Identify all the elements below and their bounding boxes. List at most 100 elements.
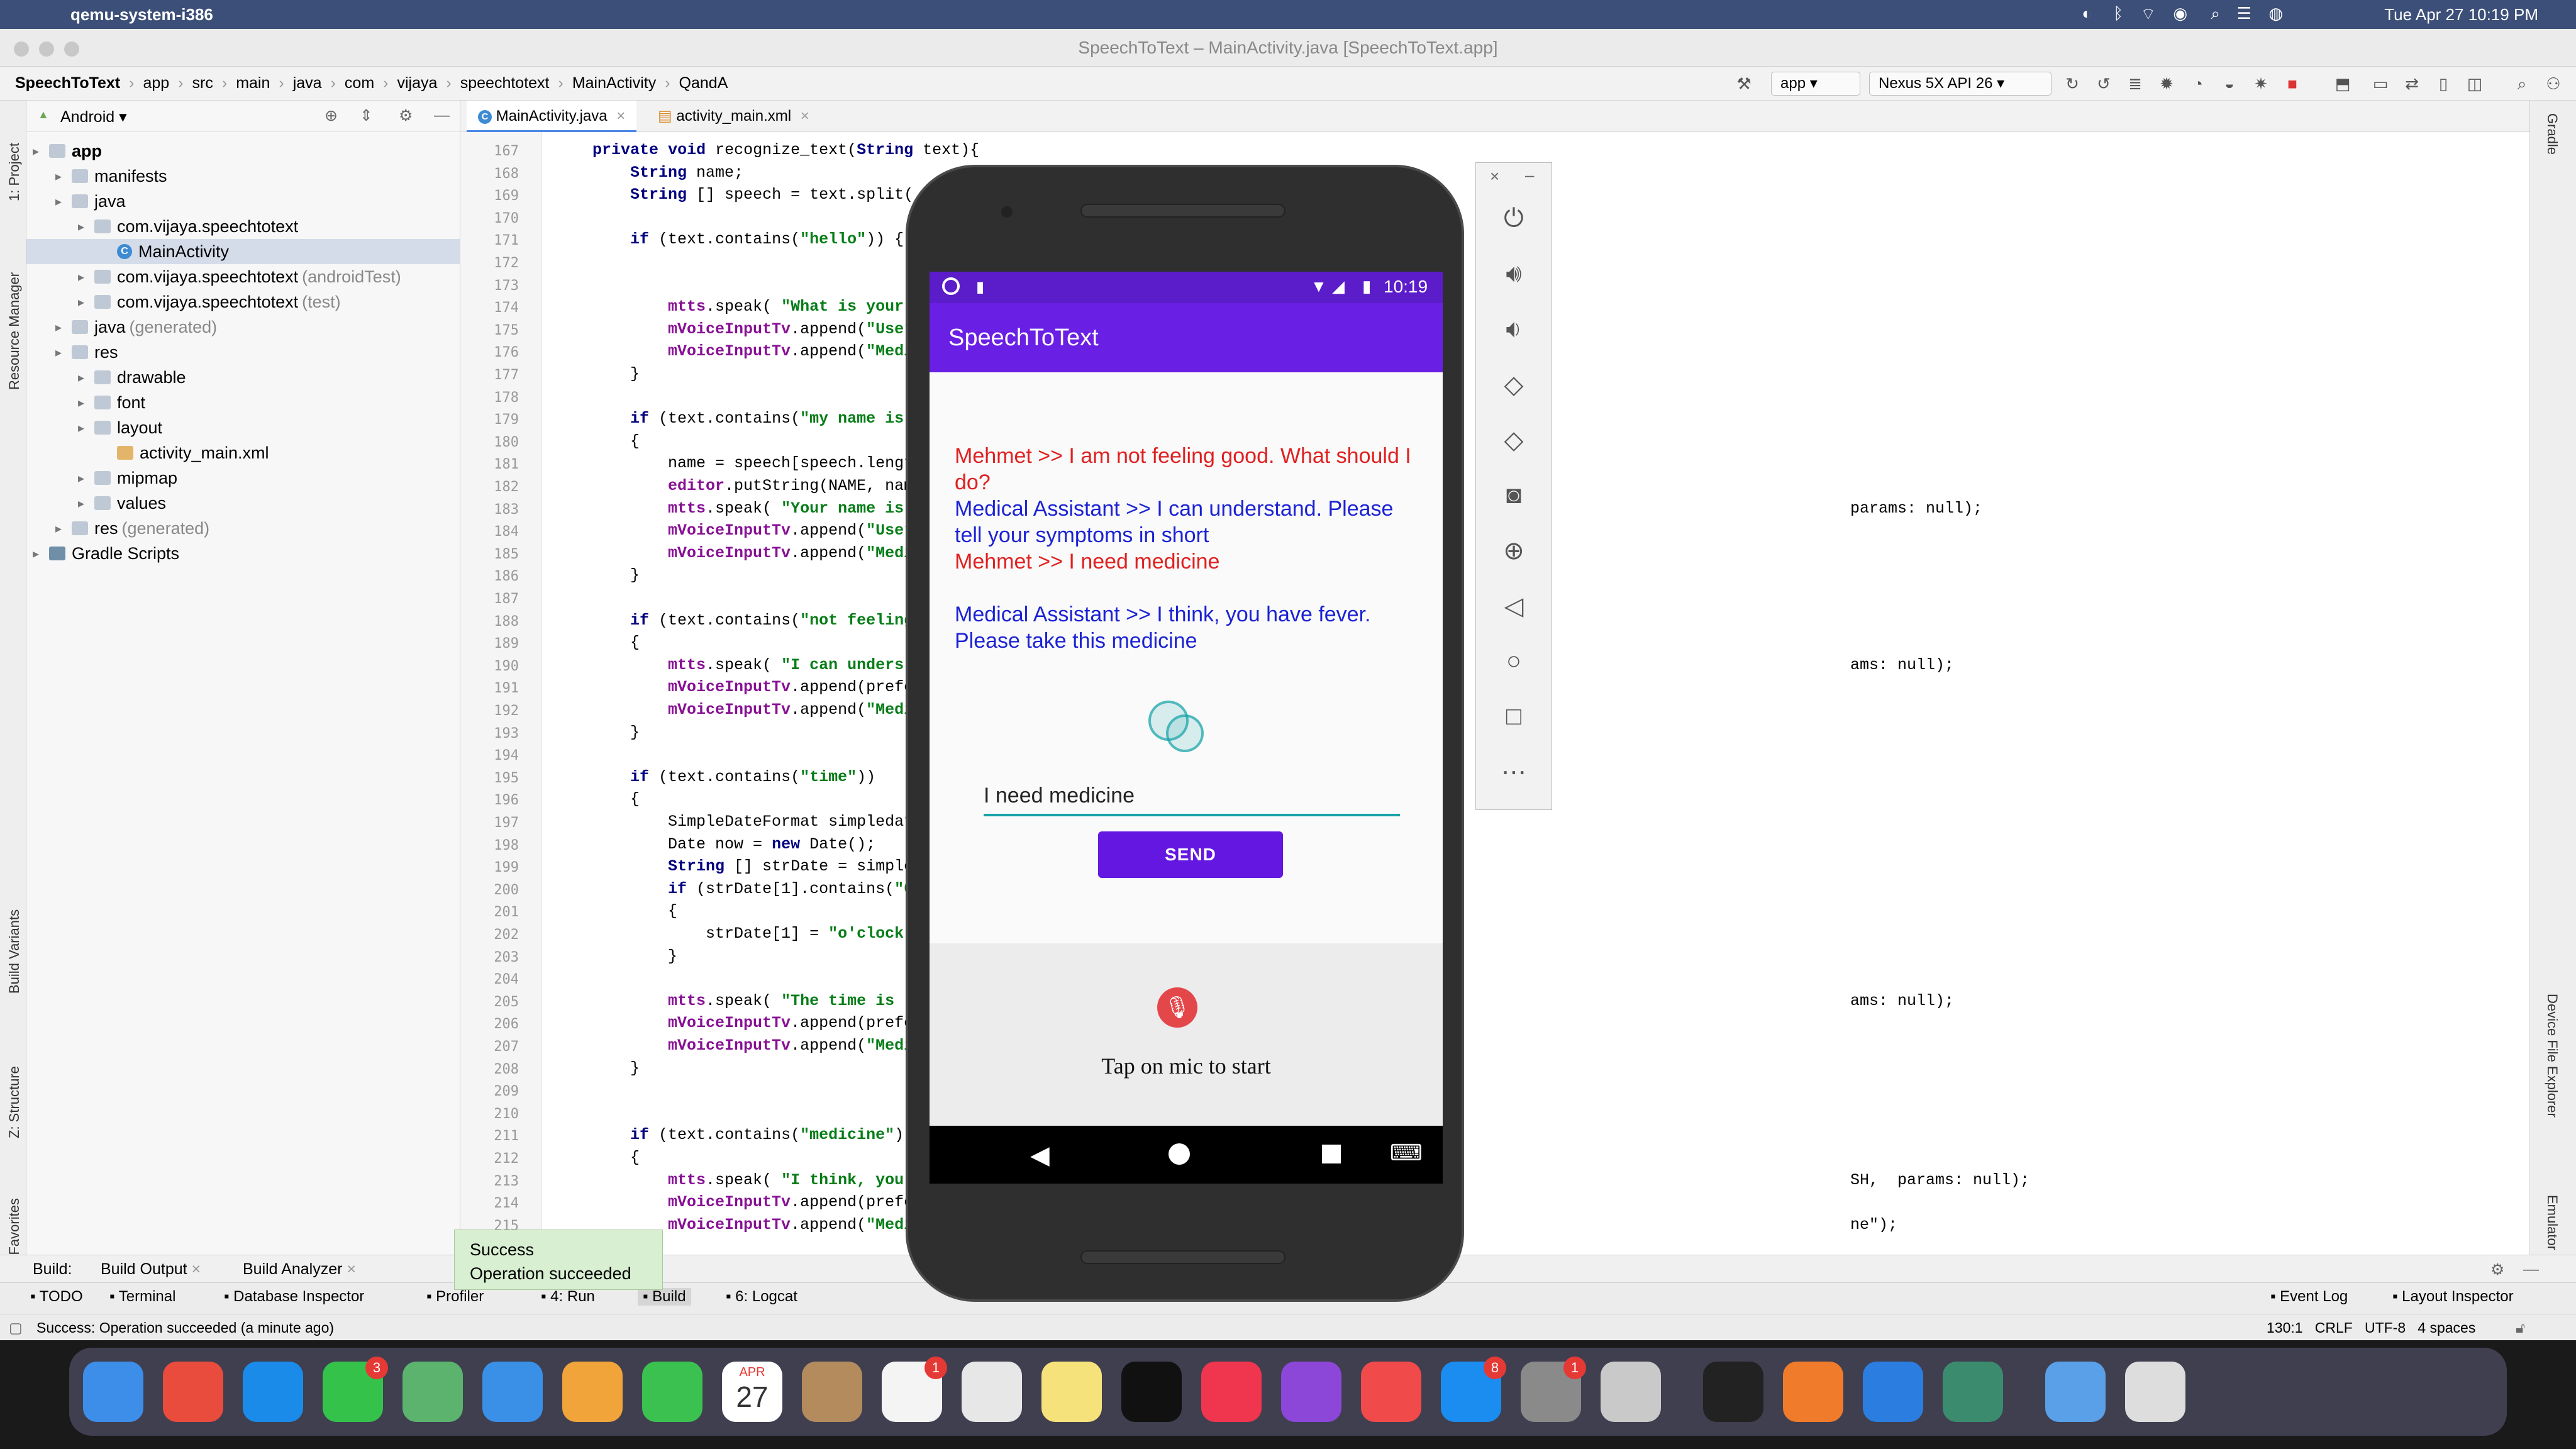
dock-sublime-text-icon[interactable]: [1783, 1362, 1843, 1422]
dock-facetime-icon[interactable]: [642, 1362, 702, 1422]
tree-item[interactable]: ▸ Gradle Scripts: [26, 541, 460, 566]
tree-item[interactable]: ▸ java: [26, 189, 460, 214]
user-settings-icon[interactable]: ⚇: [2544, 74, 2563, 93]
tab-resource-manager[interactable]: Resource Manager: [6, 272, 23, 390]
siri-icon[interactable]: ◍: [2268, 4, 2283, 23]
dock-contacts-icon[interactable]: [802, 1362, 862, 1422]
expand-arrow-icon[interactable]: ▸: [55, 169, 72, 184]
code-line[interactable]: {: [555, 633, 640, 652]
expand-arrow-icon[interactable]: ▸: [78, 219, 94, 235]
project-view-select[interactable]: Android ▾: [60, 108, 127, 126]
device-select[interactable]: Nexus 5X API 26 ▾: [1869, 72, 2051, 96]
tab-gradle[interactable]: Gradle: [2544, 113, 2560, 155]
tab-project[interactable]: 1: Project: [6, 143, 23, 201]
hide-panel-icon[interactable]: —: [2523, 1260, 2539, 1279]
home-icon[interactable]: [1169, 1143, 1190, 1165]
code-line[interactable]: if (strDate[1].contains("00"): [555, 880, 941, 898]
volume-up-icon[interactable]: 🔊︎: [1476, 260, 1552, 288]
attach-debugger-icon[interactable]: ◒: [2220, 74, 2239, 93]
code-fragment[interactable]: ams: null);: [1850, 656, 1954, 674]
message-input[interactable]: I need medicine: [984, 781, 1400, 816]
code-line[interactable]: String name;: [555, 164, 743, 182]
minimize-icon[interactable]: –: [1525, 165, 1534, 185]
dock-xcode-instruments-icon[interactable]: [1863, 1362, 1923, 1422]
close-icon[interactable]: ×: [616, 108, 625, 125]
dock-safari-icon[interactable]: [243, 1362, 303, 1422]
tree-item[interactable]: activity_main.xml: [26, 440, 460, 465]
dock-mail-icon[interactable]: [482, 1362, 543, 1422]
close-icon[interactable]: ×: [347, 1260, 356, 1278]
tab-activity-main-xml[interactable]: ▤ activity_main.xml ×: [647, 101, 821, 132]
code-line[interactable]: if (text.contains("medicine")): [555, 1126, 913, 1144]
tree-item[interactable]: ▸ java (generated): [26, 314, 460, 340]
code-line[interactable]: mtts.speak( "Your name is: [555, 499, 904, 518]
breadcrumb-item[interactable]: com: [345, 74, 374, 92]
code-line[interactable]: {: [555, 1148, 640, 1167]
dock-podcasts-icon[interactable]: [1281, 1362, 1341, 1422]
dock-recent-windows-icon[interactable]: [2125, 1362, 2185, 1422]
tool-window-layout-inspector[interactable]: ▪ Layout Inspector: [2392, 1288, 2514, 1306]
expand-arrow-icon[interactable]: ▸: [33, 143, 49, 159]
menubar-clock[interactable]: Tue Apr 27 10:19 PM: [2384, 5, 2538, 25]
collapse-all-icon[interactable]: ⇕: [360, 106, 373, 125]
close-icon[interactable]: ×: [1490, 167, 1499, 186]
home-icon[interactable]: ○: [1476, 647, 1552, 675]
code-line[interactable]: String [] strDate = simpledat: [555, 857, 941, 875]
dock-maps-icon[interactable]: [402, 1362, 463, 1422]
code-line[interactable]: name = speech[speech.length-1: [555, 454, 941, 472]
code-line[interactable]: strDate[1] = "o'clock";: [555, 924, 923, 943]
avd-manager-icon[interactable]: ▭: [2371, 74, 2390, 93]
expand-arrow-icon[interactable]: ▸: [78, 269, 94, 285]
rotate-right-icon[interactable]: ◇: [1476, 426, 1552, 455]
run-config-select[interactable]: app ▾: [1771, 72, 1860, 96]
code-line[interactable]: }: [555, 723, 640, 741]
close-icon[interactable]: ×: [801, 108, 809, 125]
code-line[interactable]: mVoiceInputTv.append(preferen: [555, 1193, 941, 1211]
keyboard-icon[interactable]: ⌨: [1390, 1140, 1423, 1166]
gear-icon[interactable]: ⚙: [2490, 1260, 2504, 1279]
tool-window-profiler[interactable]: ▪ Profiler: [426, 1288, 484, 1306]
tree-item[interactable]: ▸ res: [26, 340, 460, 365]
tree-item[interactable]: ▸ manifests: [26, 164, 460, 189]
expand-arrow-icon[interactable]: ▸: [33, 546, 49, 562]
code-line[interactable]: mtts.speak( "The time is: [555, 992, 894, 1010]
rotate-left-icon[interactable]: ◇: [1476, 370, 1552, 399]
gear-icon[interactable]: ⚙: [399, 106, 413, 125]
dock-terminal-icon[interactable]: [1703, 1362, 1763, 1422]
dock-tv-icon[interactable]: [1121, 1362, 1182, 1422]
lock-icon[interactable]: 🔓︎: [2516, 1319, 2525, 1336]
tool-window-event-log[interactable]: ▪ Event Log: [2270, 1288, 2348, 1306]
tree-item[interactable]: ▸ res (generated): [26, 516, 460, 541]
breadcrumb-item[interactable]: MainActivity: [572, 74, 656, 92]
volume-down-icon[interactable]: 🔉︎: [1476, 315, 1552, 343]
breadcrumb-item[interactable]: app: [143, 74, 170, 92]
tree-item[interactable]: C MainActivity: [26, 239, 460, 264]
code-fragment[interactable]: SH, params: null);: [1850, 1171, 2029, 1189]
code-line[interactable]: mtts.speak( "I can unders: [555, 656, 904, 674]
code-line[interactable]: mVoiceInputTv.append("Medical: [555, 544, 941, 562]
sync-gradle-icon[interactable]: ⬒: [2333, 74, 2352, 93]
menubar-app-name[interactable]: qemu-system-i386: [70, 5, 213, 25]
code-line[interactable]: if (text.contains("my name is")): [555, 409, 932, 428]
expand-arrow-icon[interactable]: ▸: [78, 496, 94, 511]
tool-window-build[interactable]: ▪ Build: [638, 1288, 691, 1306]
dock-finder-icon[interactable]: [83, 1362, 143, 1422]
build-success-toast[interactable]: Success Operation succeeded: [454, 1230, 663, 1290]
tab-emulator[interactable]: Emulator: [2544, 1195, 2560, 1250]
dock-reminders-icon[interactable]: 1: [882, 1357, 947, 1422]
spotlight-search-icon[interactable]: ⌕: [2211, 4, 2220, 24]
sdk-manager-icon[interactable]: ⇄: [2402, 74, 2421, 93]
tab-mainactivity-java[interactable]: C MainActivity.java ×: [467, 101, 637, 132]
send-button[interactable]: SEND: [1098, 831, 1283, 878]
expand-arrow-icon[interactable]: ▸: [55, 521, 72, 536]
status-icon[interactable]: ▢: [9, 1319, 23, 1336]
tree-item[interactable]: ▸ layout: [26, 415, 460, 440]
overview-icon[interactable]: [1322, 1145, 1341, 1163]
dock-qemu-icon[interactable]: [1601, 1362, 1661, 1422]
dock-system-preferences-icon[interactable]: 1: [1521, 1357, 1586, 1422]
tree-item[interactable]: ▸ font: [26, 390, 460, 415]
code-line[interactable]: String [] speech = text.split(: [555, 186, 913, 204]
breadcrumb-item[interactable]: SpeechToText: [15, 74, 120, 92]
code-line[interactable]: mtts.speak( "What is your: [555, 297, 904, 316]
search-icon[interactable]: ⌕: [2512, 74, 2531, 93]
